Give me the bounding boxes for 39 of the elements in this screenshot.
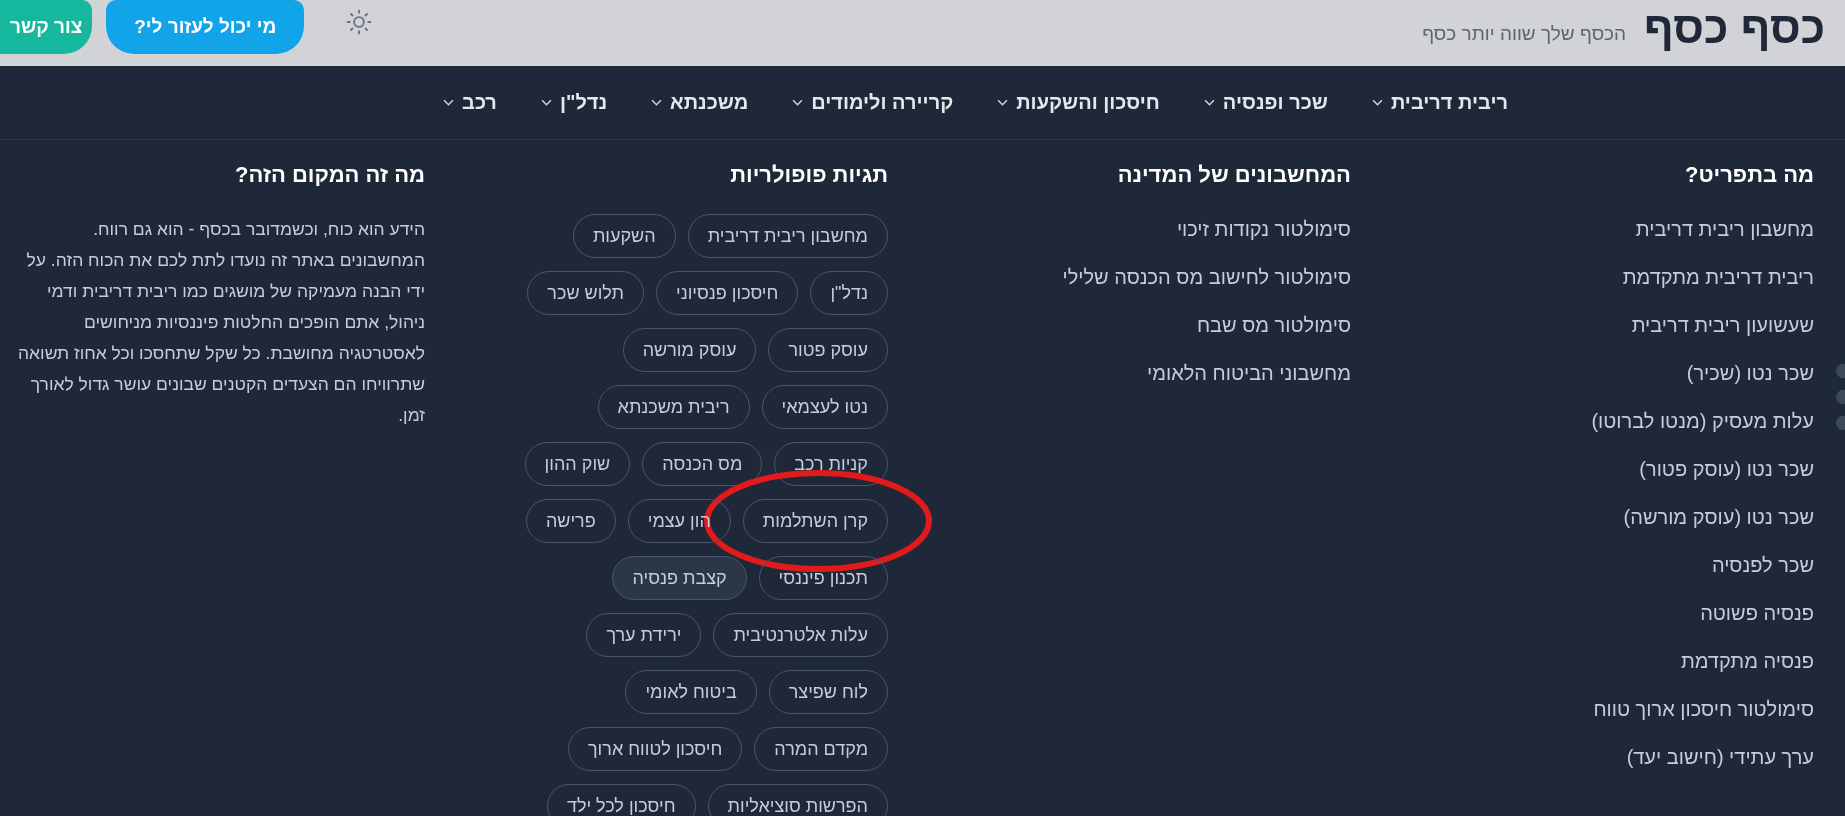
tagline: הכסף שלך שווה יותר כסף [1422, 23, 1627, 45]
menu-link[interactable]: מחשבון ריבית דריבית [1635, 214, 1814, 262]
nav-item[interactable]: שכר ופנסיה [1203, 91, 1328, 114]
site-logo[interactable]: כסף כסף [1644, 6, 1825, 50]
menu-link[interactable]: שעשועון ריבית דריבית [1631, 310, 1814, 358]
chevron-down-icon [997, 99, 1009, 106]
menu-link[interactable]: ריבית דריבית מתקדמת [1622, 262, 1814, 310]
nav-item[interactable]: רכב [443, 91, 497, 114]
chevron-down-icon [443, 99, 455, 106]
chevron-down-icon [1371, 99, 1383, 106]
nav-item[interactable]: חיסכון והשקעות [997, 91, 1160, 114]
chevron-down-icon [651, 99, 663, 106]
column-heading: מה זה המקום הזה? [234, 162, 425, 188]
nav-item[interactable]: נדל"ן [540, 91, 608, 114]
nav-item[interactable]: ריבית דריבית [1371, 91, 1508, 114]
about-paragraph: הידע הוא כוח, וכשמדובר בכסף - הוא גם רווח. המחשבונים באתר זה נועדו לתת לכם את הכוח הזה. על ידי הבנה מעמיקה של מושגים כמו ריבית דריבית ודמי ניהול, אתם הופכים החלטות פיננסיות מניחושים לאסטרטגיה מחושבת. כל שקל שתחסכו וכל אחוז תשואה שתרוויחו הם הצעדים הקטנים שבונים עושר גדול לאורך זמן. [17, 218, 425, 427]
nav-item[interactable]: משכנתא [651, 91, 749, 114]
chevron-down-icon [540, 99, 552, 106]
menu-link[interactable]: מחשבוני הביטוח הלאומי [1147, 358, 1351, 406]
chevron-down-icon [1203, 99, 1215, 106]
menu-link[interactable]: ערך עתידי (חישוב יעד) [1626, 742, 1814, 790]
menu-link[interactable]: שכר נטו (עוסק פטור) [1639, 454, 1814, 502]
menu-link[interactable]: שכר נטו (עוסק מורשה) [1623, 502, 1814, 550]
menu-link[interactable]: פנסיה מתקדמת [1680, 646, 1814, 694]
column-heading: תגיות פופולריות [729, 162, 888, 188]
nav-item[interactable]: קריירה ולימודים [792, 91, 954, 114]
sun-icon[interactable] [346, 9, 373, 35]
menu-link[interactable]: סימולטור נקודות זיכוי [1176, 214, 1351, 262]
menu-link[interactable]: פנסיה פשוטה [1700, 598, 1814, 646]
menu-link[interactable]: שכר לפנסיה [1711, 550, 1814, 598]
column-heading: מה בתפריט? [1683, 162, 1814, 188]
tag-chip[interactable]: קצבת פנסיה [612, 556, 747, 600]
chevron-down-icon [792, 99, 804, 106]
column-heading: המחשבונים של המדינה [1116, 162, 1351, 188]
menu-link[interactable]: סימולטור חיסכון ארוך טווח [1593, 694, 1814, 742]
menu-link[interactable]: עלות מעסיק (מנטו לברוטו) [1591, 406, 1814, 454]
menu-link[interactable]: סימולטור לחישוב מס הכנסה שלילי [1062, 262, 1351, 310]
menu-link[interactable]: סימולטור מס שבח [1196, 310, 1351, 358]
menu-link[interactable]: שכר נטו (שכיר) [1686, 358, 1814, 406]
